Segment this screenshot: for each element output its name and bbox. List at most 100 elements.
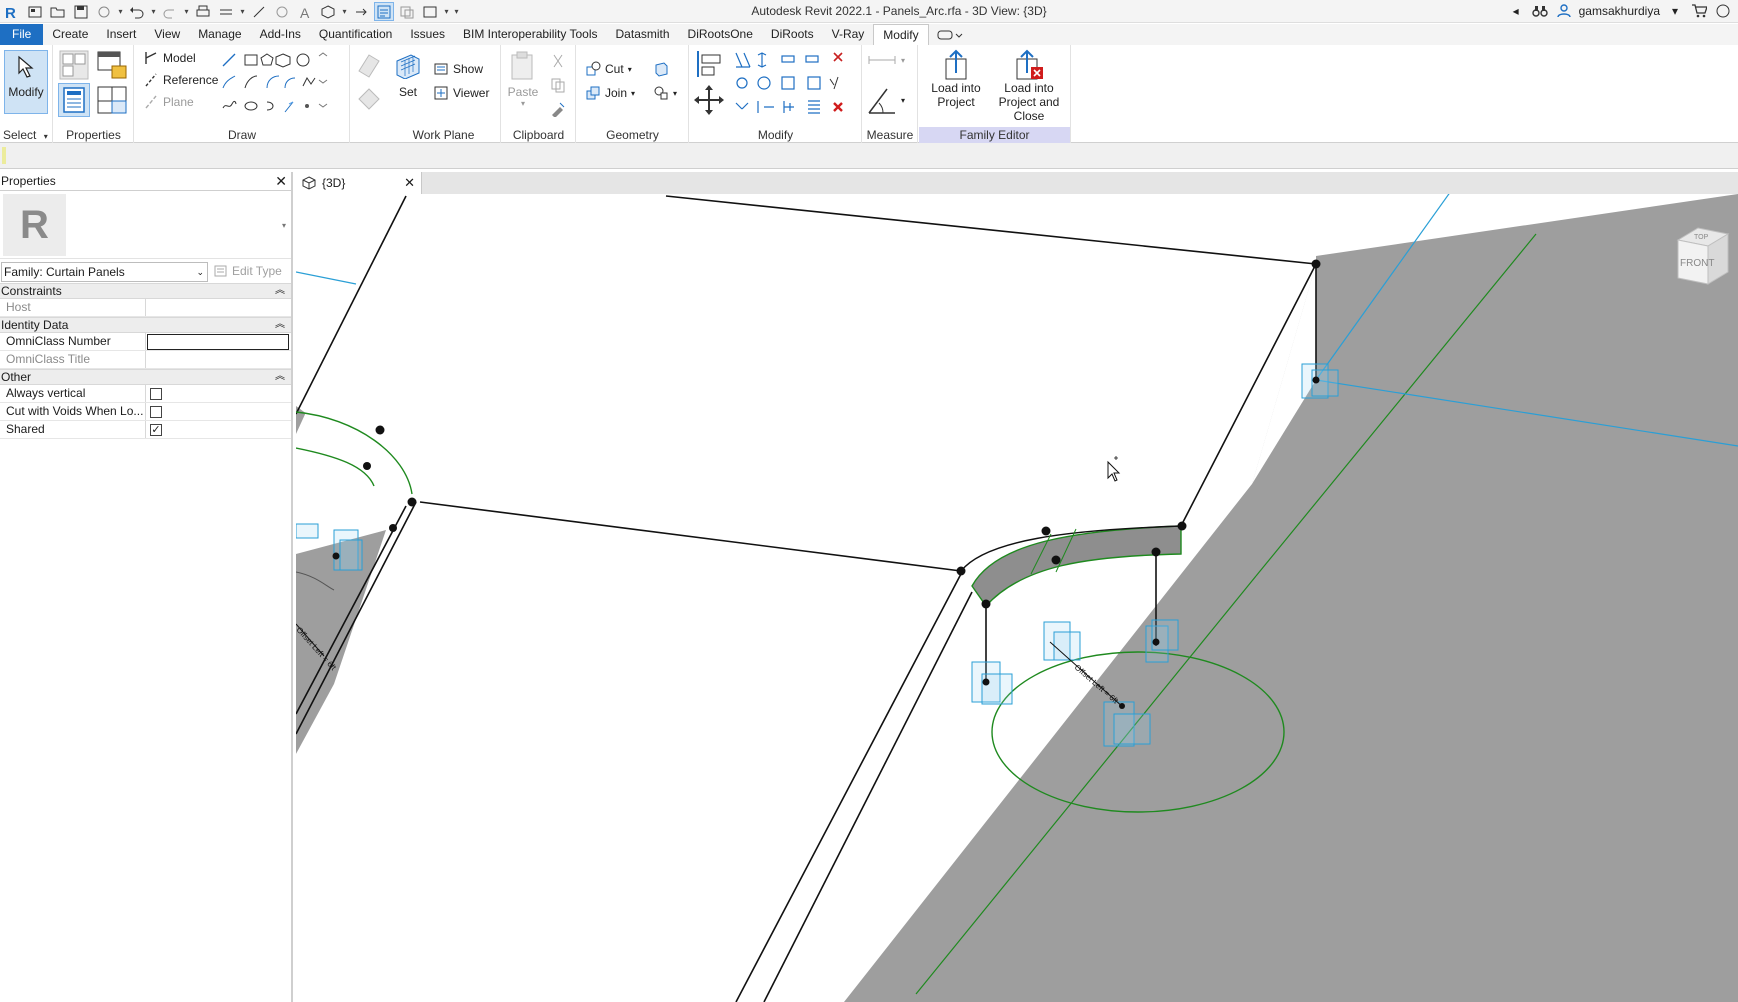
sync-dropdown-icon[interactable]: ▾ xyxy=(117,2,124,21)
load-into-project-button[interactable]: Load into Project xyxy=(923,49,989,109)
ribbon-display-toggle-icon[interactable] xyxy=(937,24,963,45)
aligned-dimension-icon[interactable] xyxy=(249,2,269,21)
align-icon[interactable] xyxy=(694,49,724,79)
tab-bim-interoperability[interactable]: BIM Interoperability Tools xyxy=(454,24,607,45)
open-icon[interactable] xyxy=(48,2,68,21)
tab-datasmith[interactable]: Datasmith xyxy=(607,24,679,45)
close-view-icon[interactable]: ✕ xyxy=(404,175,415,191)
tab-create[interactable]: Create xyxy=(43,24,97,45)
print-icon[interactable] xyxy=(193,2,213,21)
close-hidden-icon[interactable] xyxy=(397,2,417,21)
cut-geometry-button[interactable]: Cut ▾ xyxy=(585,61,632,77)
collapse-icon[interactable]: ︽ xyxy=(275,284,285,298)
username[interactable]: gamsakhurdiya xyxy=(1579,4,1660,18)
properties-button[interactable] xyxy=(58,83,90,117)
section-icon[interactable] xyxy=(351,2,371,21)
family-category-button[interactable] xyxy=(59,50,89,80)
tab-dirootsone[interactable]: DiRootsOne xyxy=(679,24,762,45)
tab-file[interactable]: File xyxy=(0,24,44,45)
view-cube[interactable]: TOP FRONT xyxy=(1670,222,1730,295)
default-3d-view-icon[interactable] xyxy=(318,2,338,21)
component-icon[interactable] xyxy=(355,51,383,79)
text-icon[interactable]: A xyxy=(295,2,315,21)
omniclass-number-field[interactable] xyxy=(147,334,289,350)
tab-modify[interactable]: Modify xyxy=(873,24,929,45)
angular-dimension-icon[interactable]: ▾ xyxy=(867,85,905,115)
family-types-button[interactable] xyxy=(96,50,128,80)
always-vertical-checkbox[interactable] xyxy=(150,388,162,400)
join-geometry-button[interactable]: Join ▾ xyxy=(585,85,635,101)
type-selector-dropdown-icon[interactable]: ▾ xyxy=(282,221,286,230)
measure-dropdown-icon[interactable]: ▾ xyxy=(239,2,246,21)
tab-v-ray[interactable]: V-Ray xyxy=(823,24,874,45)
help-icon[interactable] xyxy=(1714,2,1732,20)
type-properties-button[interactable] xyxy=(96,85,128,115)
tab-diroots[interactable]: DiRoots xyxy=(762,24,823,45)
reference-plane-button[interactable]: Plane xyxy=(143,94,194,110)
edit-type-button[interactable]: Edit Type xyxy=(214,264,282,278)
revit-logo-icon[interactable]: R xyxy=(2,2,22,21)
group-identity-data[interactable]: Identity Data ︽ xyxy=(0,317,291,333)
copy-icon[interactable] xyxy=(550,77,566,93)
collapse-arrow-icon[interactable]: ◂ xyxy=(1507,2,1525,20)
collapse-icon[interactable]: ︽ xyxy=(275,370,285,384)
measure-qat-icon[interactable] xyxy=(216,2,236,21)
family-selector-dropdown[interactable]: Family: Curtain Panels ⌄ xyxy=(1,262,208,282)
select-dropdown-icon[interactable]: ▾ xyxy=(44,132,48,141)
3d-viewport[interactable]: Offset Left = 6ft Offset Left = 6ft TOP … xyxy=(296,194,1738,1002)
tag-icon[interactable] xyxy=(272,2,292,21)
redo-dropdown-icon[interactable]: ▾ xyxy=(183,2,190,21)
undo-dropdown-icon[interactable]: ▾ xyxy=(150,2,157,21)
dimension-dropdown-icon[interactable]: ▾ xyxy=(901,96,905,105)
home-icon[interactable] xyxy=(25,2,45,21)
save-icon[interactable] xyxy=(71,2,91,21)
view-tab-3d[interactable]: {3D} ✕ xyxy=(296,172,422,194)
cut-dropdown-icon[interactable]: ▾ xyxy=(628,65,632,74)
customize-qat-icon[interactable]: ▾ xyxy=(453,2,460,21)
work-plane-viewer-button[interactable]: Viewer xyxy=(433,85,489,101)
switch-windows-dropdown-icon[interactable]: ▾ xyxy=(443,2,450,21)
set-work-plane-button[interactable]: Set xyxy=(393,51,423,99)
cut-with-voids-checkbox[interactable] xyxy=(150,406,162,418)
match-properties-icon[interactable] xyxy=(550,101,566,117)
measure-between-icon[interactable]: ▾ xyxy=(867,53,905,67)
paste-dropdown-icon[interactable]: ▾ xyxy=(521,99,525,108)
measure-dropdown-icon-2[interactable]: ▾ xyxy=(901,56,905,65)
load-into-project-and-close-button[interactable]: Load into Project and Close xyxy=(987,49,1071,123)
tab-manage[interactable]: Manage xyxy=(189,24,250,45)
paste-button[interactable]: Paste ▾ xyxy=(508,51,538,108)
paint-icon[interactable]: ▾ xyxy=(653,85,677,101)
tab-insert[interactable]: Insert xyxy=(97,24,145,45)
redo-icon[interactable] xyxy=(160,2,180,21)
undo-icon[interactable] xyxy=(127,2,147,21)
cart-icon[interactable] xyxy=(1690,2,1708,20)
type-selector[interactable]: R ▾ xyxy=(0,191,291,259)
binoculars-icon[interactable] xyxy=(1531,2,1549,20)
join-dropdown-icon[interactable]: ▾ xyxy=(631,89,635,98)
3d-dropdown-icon[interactable]: ▾ xyxy=(341,2,348,21)
collapse-icon[interactable]: ︽ xyxy=(275,318,285,332)
group-other[interactable]: Other ︽ xyxy=(0,369,291,385)
tab-quantification[interactable]: Quantification xyxy=(310,24,401,45)
cut-clipboard-icon[interactable] xyxy=(550,53,566,69)
close-icon[interactable]: ✕ xyxy=(275,172,287,191)
tab-view[interactable]: View xyxy=(145,24,189,45)
thin-lines-icon[interactable] xyxy=(374,2,394,21)
split-face-icon[interactable] xyxy=(653,61,669,77)
shared-checkbox[interactable]: ✓ xyxy=(150,424,162,436)
model-line-button[interactable]: Model xyxy=(143,50,196,66)
sync-icon[interactable] xyxy=(94,2,114,21)
modify-button[interactable]: Modify xyxy=(4,50,48,114)
tab-issues[interactable]: Issues xyxy=(401,24,454,45)
paint-dropdown-icon[interactable]: ▾ xyxy=(673,89,677,98)
switch-windows-icon[interactable] xyxy=(420,2,440,21)
select-panel-label[interactable]: Select ▾ xyxy=(0,127,52,143)
group-constraints[interactable]: Constraints ︽ xyxy=(0,283,291,299)
move-icon[interactable] xyxy=(694,85,724,115)
tab-add-ins[interactable]: Add-Ins xyxy=(251,24,310,45)
massing-icon[interactable] xyxy=(355,85,383,113)
user-icon[interactable] xyxy=(1555,2,1573,20)
user-dropdown-icon[interactable]: ▾ xyxy=(1666,2,1684,20)
show-work-plane-button[interactable]: Show xyxy=(433,61,483,77)
reference-line-button[interactable]: Reference xyxy=(143,72,218,88)
